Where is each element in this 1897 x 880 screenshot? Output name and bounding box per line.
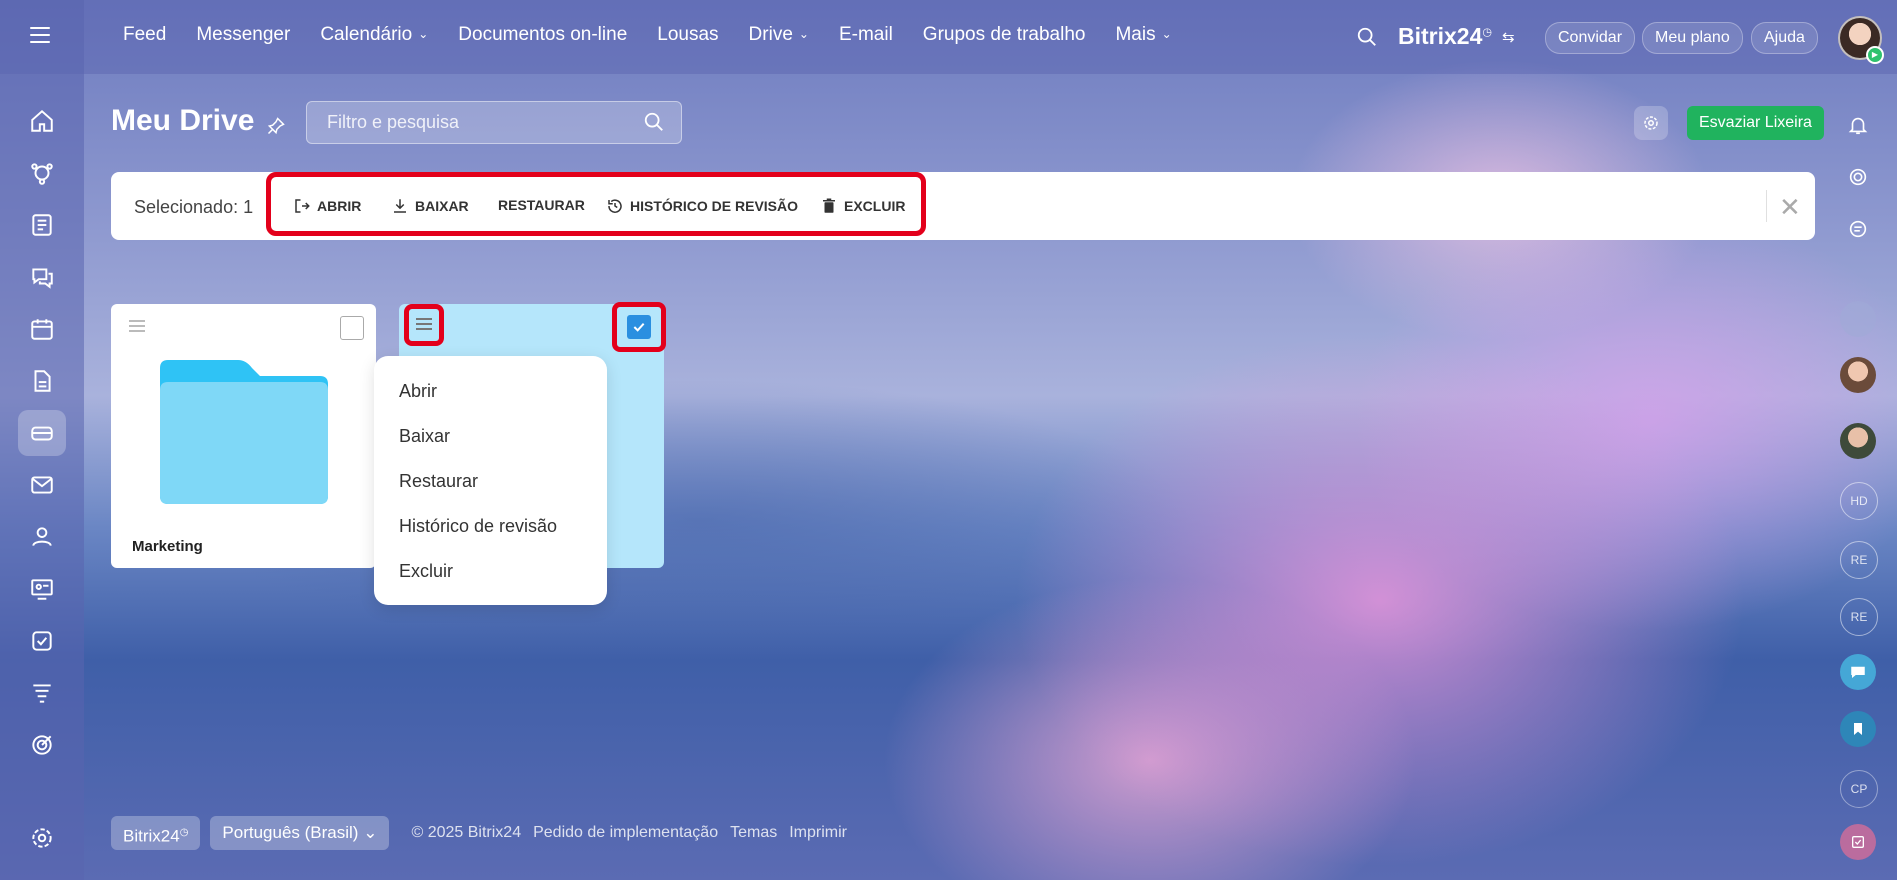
activity-icon[interactable]: [1840, 159, 1876, 195]
item-menu-button-highlight[interactable]: [404, 304, 444, 346]
funnel-icon[interactable]: [18, 670, 66, 716]
open-button[interactable]: ABRIR: [293, 197, 361, 215]
user-initials-avatar[interactable]: HD: [1840, 482, 1878, 520]
target-icon[interactable]: [18, 722, 66, 768]
mail-icon[interactable]: [18, 462, 66, 508]
search-input[interactable]: [307, 102, 627, 143]
nav-boards[interactable]: Lousas: [657, 24, 718, 46]
nav-email[interactable]: E-mail: [839, 24, 893, 46]
calendar-icon[interactable]: [18, 306, 66, 352]
crm-icon[interactable]: [18, 150, 66, 196]
nav-workgroups[interactable]: Grupos de trabalho: [923, 24, 1086, 46]
nav-calendar[interactable]: Calendário ⌄: [320, 24, 428, 46]
copyright: © 2025 Bitrix24: [411, 824, 522, 841]
nav-drive[interactable]: Drive ⌄: [749, 24, 809, 46]
presentation-icon[interactable]: [18, 566, 66, 612]
brand-logo[interactable]: Bitrix24◷: [1398, 23, 1492, 50]
user-avatar[interactable]: [1840, 301, 1876, 337]
folder-card[interactable]: Marketing: [111, 304, 376, 568]
top-navigation: Feed Messenger Calendário ⌄ Documentos on…: [123, 24, 1202, 46]
search-field[interactable]: [306, 101, 682, 144]
trash-icon: [823, 198, 835, 213]
chevron-down-icon: ⌄: [418, 27, 429, 41]
user-avatar[interactable]: [1840, 423, 1876, 459]
status-icon: ▶: [1866, 46, 1884, 64]
item-checkbox[interactable]: [340, 316, 364, 340]
menu-icon[interactable]: [30, 27, 50, 47]
check-icon[interactable]: [1840, 824, 1876, 860]
nav-messenger[interactable]: Messenger: [196, 24, 290, 46]
empty-trash-button[interactable]: Esvaziar Lixeira: [1687, 106, 1824, 140]
selected-count: Selecionado: 1: [134, 197, 254, 217]
folder-icon: [160, 360, 328, 504]
footer-brand[interactable]: Bitrix24◷: [111, 816, 201, 850]
chevron-down-icon: ⌄: [363, 823, 378, 842]
check-icon: [633, 322, 645, 332]
user-initials-avatar[interactable]: RE: [1840, 541, 1878, 579]
nav-feed[interactable]: Feed: [123, 24, 166, 46]
footer: Bitrix24◷ Português (Brasil) ⌄ © 2025 Bi…: [111, 816, 847, 850]
history-icon: [608, 199, 622, 213]
my-plan-button[interactable]: Meu plano: [1642, 22, 1743, 54]
action-panel: Selecionado: 1 ABRIR BAIXAR RESTAURAR HI…: [111, 172, 1815, 240]
tasks-icon[interactable]: [18, 618, 66, 664]
chat-icon[interactable]: [18, 254, 66, 300]
document-icon[interactable]: [18, 358, 66, 404]
page-title: Meu Drive: [111, 104, 255, 137]
context-menu-open[interactable]: Abrir: [399, 381, 437, 402]
bookmark-icon[interactable]: [1840, 711, 1876, 747]
delete-button[interactable]: EXCLUIR: [820, 197, 905, 215]
revision-history-button[interactable]: HISTÓRICO DE REVISÃO: [606, 197, 798, 215]
right-panel: [1837, 74, 1897, 880]
close-icon[interactable]: ✕: [1779, 192, 1801, 223]
download-button[interactable]: BAIXAR: [391, 197, 469, 215]
bell-icon[interactable]: [1840, 107, 1876, 143]
nav-more[interactable]: Mais ⌄: [1115, 24, 1171, 46]
chevron-down-icon: ⌄: [798, 27, 809, 41]
context-menu: Abrir Baixar Restaurar Histórico de revi…: [374, 356, 607, 605]
item-checkbox-highlight[interactable]: [612, 302, 666, 352]
footer-link-themes[interactable]: Temas: [730, 824, 777, 842]
item-menu-icon: [416, 317, 432, 333]
messages-icon[interactable]: [1840, 211, 1876, 247]
context-menu-history[interactable]: Histórico de revisão: [399, 516, 557, 537]
context-menu-delete[interactable]: Excluir: [399, 561, 453, 582]
sliders-icon[interactable]: ⇆: [1502, 28, 1515, 46]
nav-online-documents[interactable]: Documentos on-line: [458, 24, 627, 46]
settings-button[interactable]: [1634, 106, 1668, 140]
user-initials-avatar[interactable]: CP: [1840, 770, 1878, 808]
settings-icon[interactable]: [18, 815, 66, 861]
drive-icon[interactable]: [18, 410, 66, 456]
item-menu-icon[interactable]: [129, 320, 145, 334]
footer-link-print[interactable]: Imprimir: [789, 824, 847, 842]
search-icon[interactable]: [1356, 26, 1378, 48]
restore-button[interactable]: RESTAURAR: [498, 197, 585, 213]
context-menu-restore[interactable]: Restaurar: [399, 471, 478, 492]
language-select[interactable]: Português (Brasil) ⌄: [210, 816, 390, 850]
news-icon[interactable]: [18, 202, 66, 248]
help-button[interactable]: Ajuda: [1751, 22, 1818, 54]
context-menu-download[interactable]: Baixar: [399, 426, 450, 447]
gear-icon: [1644, 116, 1658, 130]
search-icon[interactable]: [643, 111, 665, 133]
invite-button[interactable]: Convidar: [1545, 22, 1636, 54]
open-icon: [295, 199, 310, 213]
item-name: Marketing: [132, 538, 203, 555]
user-avatar[interactable]: [1840, 357, 1876, 393]
pin-icon[interactable]: [266, 116, 286, 136]
footer-link-implementation[interactable]: Pedido de implementação: [533, 824, 718, 842]
download-icon: [394, 199, 406, 213]
users-icon[interactable]: [18, 514, 66, 560]
home-icon[interactable]: [18, 98, 66, 144]
divider: [1766, 190, 1767, 222]
user-initials-avatar[interactable]: RE: [1840, 598, 1878, 636]
chevron-down-icon: ⌄: [1161, 27, 1172, 41]
checkbox-checked: [627, 315, 651, 339]
chat-icon[interactable]: [1840, 654, 1876, 690]
